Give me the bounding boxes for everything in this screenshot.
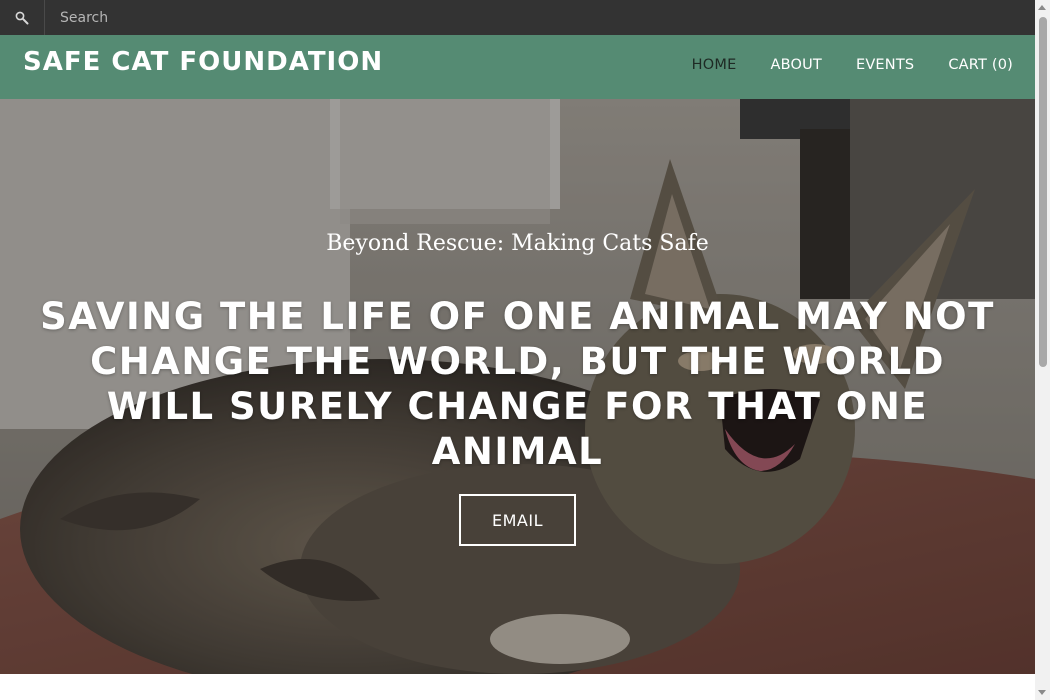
email-button[interactable]: EMAIL xyxy=(459,494,576,546)
nav-item-home[interactable]: HOME xyxy=(692,57,737,73)
search-bar xyxy=(0,0,1035,35)
main-nav: HOME ABOUT EVENTS CART (0) xyxy=(692,57,1013,73)
cart-label: CART xyxy=(948,57,988,73)
scroll-down-icon[interactable] xyxy=(1038,690,1046,695)
scrollbar[interactable] xyxy=(1035,0,1050,700)
search-icon xyxy=(15,11,29,24)
nav-item-about[interactable]: ABOUT xyxy=(770,57,822,73)
search-input[interactable] xyxy=(46,0,646,35)
cart-count: (0) xyxy=(991,57,1013,73)
search-button[interactable] xyxy=(0,0,45,35)
hero-headline: SAVING THE LIFE OF ONE ANIMAL MAY NOT CH… xyxy=(40,295,995,473)
scrollbar-thumb[interactable] xyxy=(1039,17,1047,367)
nav-item-events[interactable]: EVENTS xyxy=(856,57,914,73)
page: SAFE CAT FOUNDATION HOME ABOUT EVENTS CA… xyxy=(0,0,1035,700)
site-header: SAFE CAT FOUNDATION HOME ABOUT EVENTS CA… xyxy=(0,35,1035,99)
hero-subtitle: Beyond Rescue: Making Cats Safe xyxy=(326,231,709,256)
scroll-up-icon[interactable] xyxy=(1038,5,1046,10)
hero-section: Beyond Rescue: Making Cats Safe SAVING T… xyxy=(0,99,1035,674)
nav-item-cart[interactable]: CART (0) xyxy=(948,57,1013,73)
site-title[interactable]: SAFE CAT FOUNDATION xyxy=(23,47,383,77)
